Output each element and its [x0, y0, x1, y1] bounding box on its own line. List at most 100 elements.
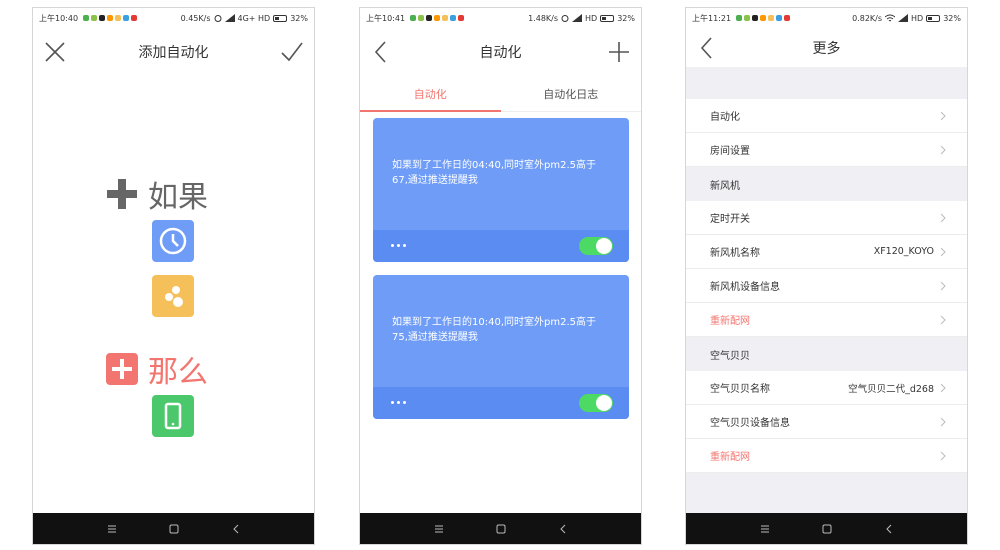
row-label: 重新配网: [710, 452, 750, 463]
system-nav-bar: [686, 513, 967, 544]
status-time: 上午11:21: [692, 13, 732, 23]
home-icon[interactable]: [820, 522, 834, 536]
back-arrow-icon[interactable]: [368, 38, 396, 66]
row-label: 定时开关: [710, 214, 750, 225]
header: 更多: [686, 28, 967, 67]
chevron-right-icon: [940, 281, 946, 290]
settings-row-reconfigure-network[interactable]: 重新配网: [686, 439, 967, 473]
settings-row-device-info[interactable]: 空气贝贝设备信息: [686, 405, 967, 439]
status-battery: 32%: [290, 13, 308, 23]
back-icon[interactable]: [882, 522, 896, 536]
battery-icon: [600, 14, 615, 22]
settings-row-reconfigure-network[interactable]: 重新配网: [686, 303, 967, 337]
row-label: 空气贝贝名称: [710, 384, 770, 395]
tab-bar: 自动化 自动化日志: [360, 76, 641, 112]
status-time: 上午10:41: [366, 13, 406, 23]
then-add-button[interactable]: 那么: [106, 347, 208, 391]
automation-toggle[interactable]: [579, 394, 613, 412]
row-label: 新风机设备信息: [710, 282, 780, 293]
row-label: 空气贝贝设备信息: [710, 418, 790, 429]
status-battery: 32%: [943, 13, 961, 23]
clock-icon: [159, 227, 187, 255]
automation-toggle[interactable]: [579, 237, 613, 255]
menu-icon[interactable]: [432, 522, 446, 536]
status-bar: 上午10:41 1.48K/s HD 32%: [360, 8, 641, 28]
status-speed: 0.82K/s: [852, 13, 883, 23]
automation-card[interactable]: 如果到了工作日的04:40,同时室外pm2.5高于67,通过推送提醒我: [373, 118, 629, 262]
notification-icons: [83, 15, 138, 21]
plus-box-icon: [106, 353, 138, 385]
settings-row-timer[interactable]: 定时开关: [686, 201, 967, 235]
menu-icon[interactable]: [758, 522, 772, 536]
signal-icon: [224, 14, 235, 22]
if-label: 如果: [148, 180, 208, 215]
chevron-right-icon: [940, 417, 946, 426]
home-icon[interactable]: [167, 522, 181, 536]
settings-row-automation[interactable]: 自动化: [686, 99, 967, 133]
signal-icon: [898, 14, 909, 22]
home-icon[interactable]: [494, 522, 508, 536]
settings-row-device-name[interactable]: 空气贝贝名称 空气贝贝二代_d268: [686, 371, 967, 405]
back-arrow-icon[interactable]: [694, 34, 722, 62]
automation-list-screen: 上午10:41 1.48K/s HD 32% 自动化 自动化 自动化日志 如果到…: [359, 7, 642, 545]
settings-row-device-name[interactable]: 新风机名称 XF120_KOYO: [686, 235, 967, 269]
battery-icon: [273, 14, 288, 22]
notification-icons: [736, 15, 791, 21]
row-label: 房间设置: [710, 146, 750, 157]
row-label: 自动化: [710, 112, 740, 123]
phone-icon: [164, 402, 182, 430]
battery-icon: [926, 14, 941, 22]
automation-description: 如果到了工作日的04:40,同时室外pm2.5高于67,通过推送提醒我: [392, 160, 596, 186]
settings-row-device-info[interactable]: 新风机设备信息: [686, 269, 967, 303]
chevron-right-icon: [940, 111, 946, 120]
back-icon[interactable]: [229, 522, 243, 536]
row-label: 重新配网: [710, 316, 750, 327]
chevron-right-icon: [940, 383, 946, 392]
chevron-right-icon: [940, 247, 946, 256]
more-icon[interactable]: [391, 401, 406, 404]
status-bar: 上午11:21 0.82K/s HD 32%: [686, 8, 967, 28]
sensor-tile[interactable]: [152, 275, 194, 317]
settings-list: 自动化 房间设置 新风机 定时开关 新风机名称 XF120_KOYO 新风机设备…: [686, 67, 967, 513]
add-icon[interactable]: [605, 38, 633, 66]
tab-automation-log[interactable]: 自动化日志: [501, 76, 642, 111]
status-bar: 上午10:40 0.45K/s 4G+ HD 32%: [33, 8, 314, 28]
sensor-icon: [165, 286, 183, 307]
automation-card[interactable]: 如果到了工作日的10:40,同时室外pm2.5高于75,通过推送提醒我: [373, 275, 629, 419]
then-label: 那么: [148, 355, 208, 390]
status-battery: 32%: [617, 13, 635, 23]
status-time: 上午10:40: [39, 13, 79, 23]
close-icon[interactable]: [41, 38, 69, 66]
back-icon[interactable]: [556, 522, 570, 536]
header: 添加自动化: [33, 28, 314, 76]
signal-icon: [572, 14, 583, 22]
row-value: XF120_KOYO: [873, 246, 934, 257]
if-add-button[interactable]: 如果: [106, 172, 208, 216]
row-label: 新风机名称: [710, 248, 760, 259]
row-value: 空气贝贝二代_d268: [848, 383, 934, 395]
plus-icon: [107, 179, 137, 209]
alarm-icon: [214, 15, 221, 22]
clock-tile[interactable]: [152, 220, 194, 262]
settings-row-room[interactable]: 房间设置: [686, 133, 967, 167]
check-icon[interactable]: [278, 38, 306, 66]
chevron-right-icon: [940, 145, 946, 154]
add-automation-screen: 上午10:40 0.45K/s 4G+ HD 32% 添加自动化 如果 那么: [32, 7, 315, 545]
card-footer: [373, 387, 629, 419]
tab-automation[interactable]: 自动化: [360, 76, 501, 112]
header: 自动化: [360, 28, 641, 76]
page-title: 更多: [812, 40, 841, 57]
section-header-xinfeng: 新风机: [710, 180, 740, 192]
status-network: 4G+ HD: [237, 13, 271, 23]
more-icon[interactable]: [391, 244, 406, 247]
system-nav-bar: [360, 513, 641, 544]
page-title: 添加自动化: [138, 45, 209, 61]
menu-icon[interactable]: [105, 522, 119, 536]
chevron-right-icon: [940, 213, 946, 222]
card-footer: [373, 230, 629, 262]
status-network: HD: [911, 13, 924, 23]
page-title: 自动化: [479, 45, 522, 61]
status-network: HD: [585, 13, 598, 23]
status-speed: 1.48K/s: [528, 13, 559, 23]
phone-tile[interactable]: [152, 395, 194, 437]
